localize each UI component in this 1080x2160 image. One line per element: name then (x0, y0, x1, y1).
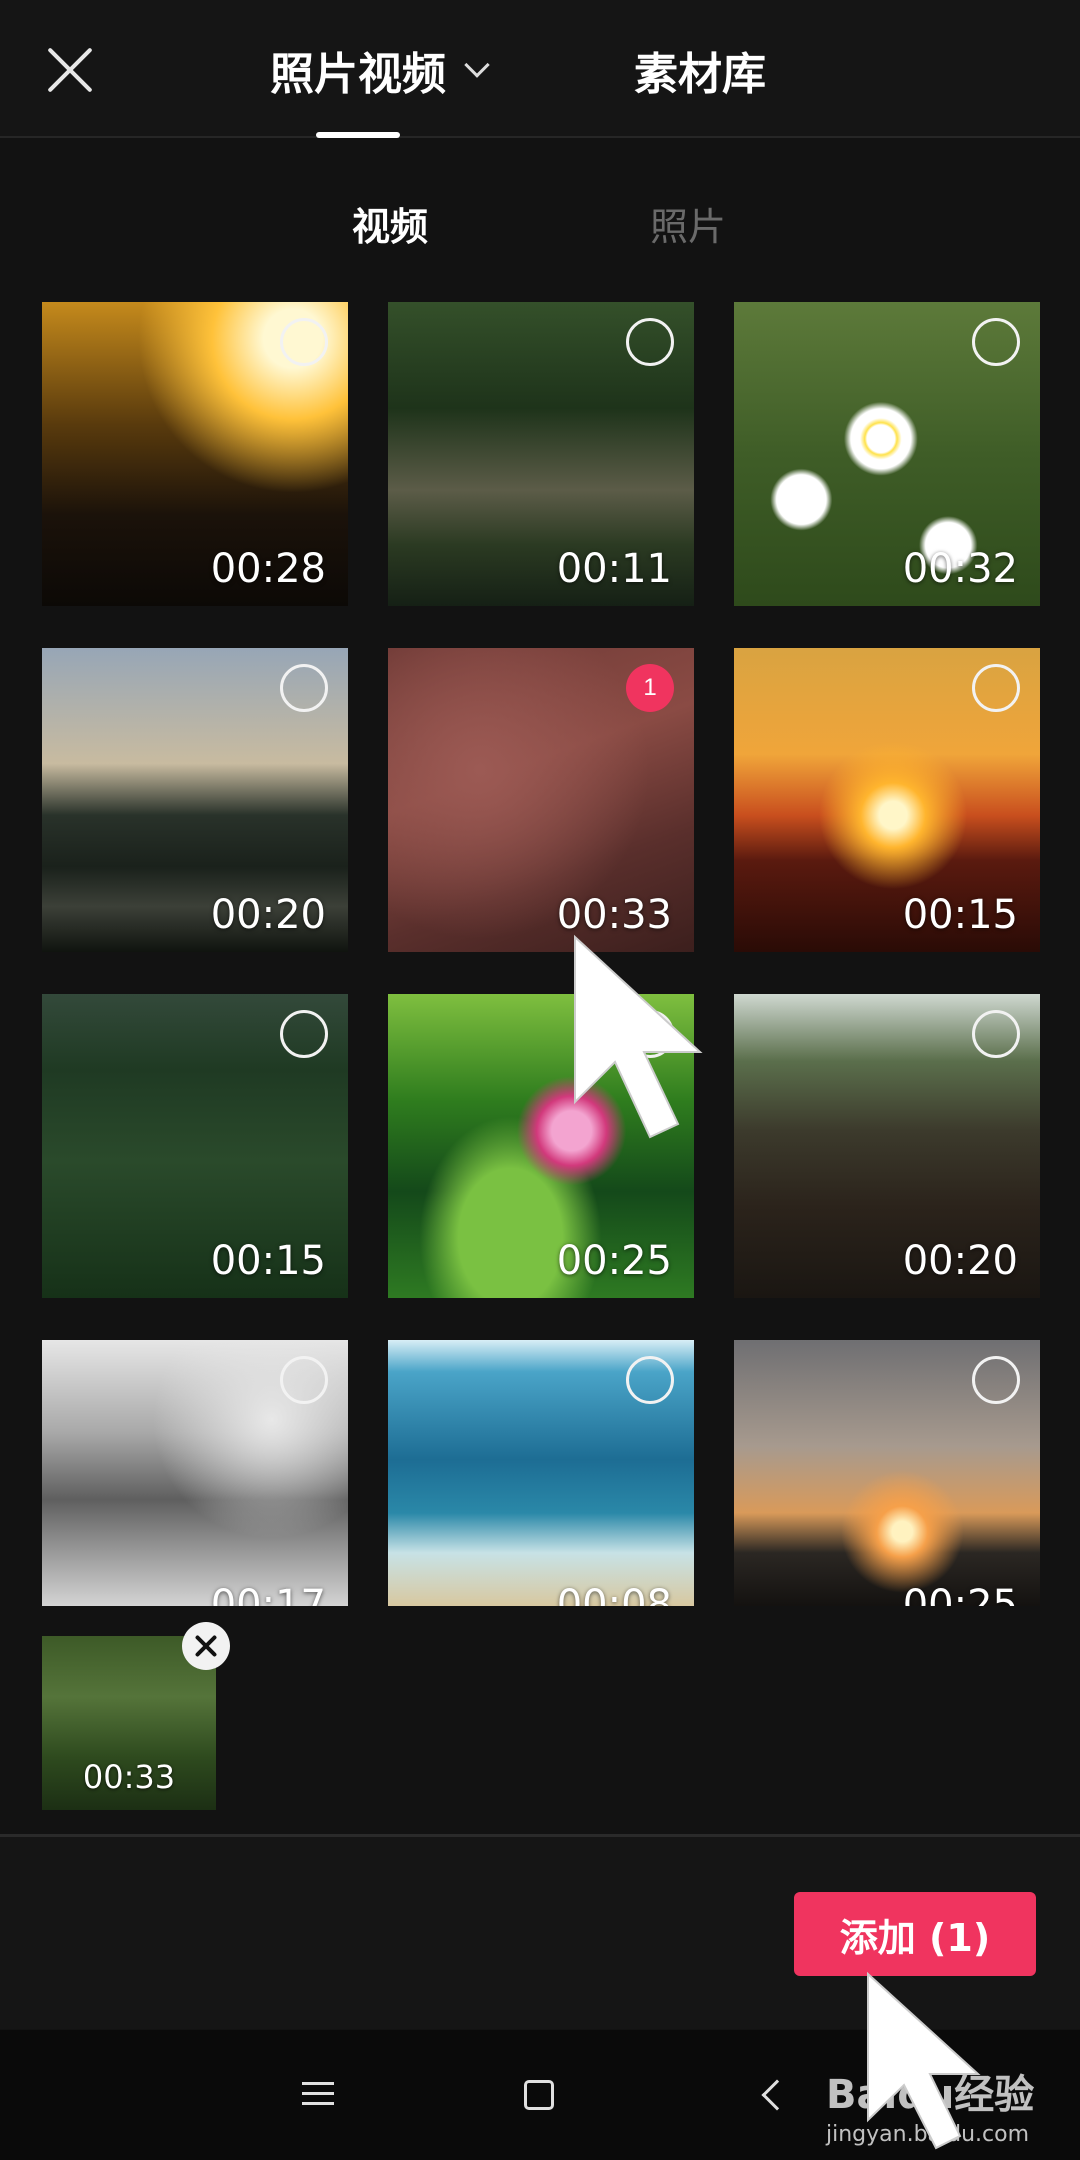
media-tile[interactable]: 00:32 (734, 302, 1040, 606)
video-duration: 00:15 (902, 892, 1018, 938)
media-tile[interactable]: 00:28 (42, 302, 348, 606)
select-circle-icon[interactable] (626, 318, 674, 366)
active-tab-indicator (316, 132, 400, 138)
select-circle-icon[interactable] (626, 1356, 674, 1404)
media-tile[interactable]: 00:17 (42, 1340, 348, 1606)
video-duration: 00:32 (902, 546, 1018, 592)
video-duration: 00:17 (210, 1582, 326, 1606)
tab-material-library[interactable]: 素材库 (634, 38, 766, 102)
cursor-arrow-icon (574, 934, 703, 1139)
select-circle-icon[interactable] (280, 1356, 328, 1404)
subtab-videos[interactable]: 视频 (352, 196, 428, 251)
select-circle-icon[interactable] (972, 1010, 1020, 1058)
menu-icon[interactable] (302, 2078, 334, 2110)
video-duration: 00:15 (210, 1238, 326, 1284)
close-icon[interactable] (182, 1622, 230, 1670)
video-duration: 00:20 (902, 1238, 1018, 1284)
select-circle-icon[interactable] (972, 664, 1020, 712)
selection-order-badge[interactable]: 1 (626, 664, 674, 712)
select-circle-icon[interactable] (280, 318, 328, 366)
video-duration: 00:25 (556, 1238, 672, 1284)
top-bar: 照片视频 素材库 (0, 0, 1080, 138)
tab-photos-videos[interactable]: 照片视频 (270, 38, 490, 102)
video-duration: 00:20 (210, 892, 326, 938)
select-circle-icon[interactable] (280, 664, 328, 712)
media-tile[interactable]: 00:15 (42, 994, 348, 1298)
home-square-icon[interactable] (524, 2080, 554, 2110)
video-duration: 00:08 (556, 1582, 672, 1606)
select-circle-icon[interactable] (280, 1010, 328, 1058)
media-tile[interactable]: 00:11 (388, 302, 694, 606)
media-tile[interactable]: 00:15 (734, 648, 1040, 952)
subtab-photos[interactable]: 照片 (650, 196, 726, 251)
video-duration: 00:25 (902, 1582, 1018, 1606)
media-tile[interactable]: 00:08 (388, 1340, 694, 1606)
close-icon[interactable] (44, 44, 96, 96)
cursor-arrow-icon (867, 1971, 981, 2150)
add-button[interactable]: 添加 (1) (794, 1892, 1036, 1976)
chevron-down-icon (464, 52, 490, 78)
media-tile-selected[interactable]: 1 00:33 (388, 648, 694, 952)
media-tile[interactable]: 00:20 (734, 994, 1040, 1298)
tab-material-library-label: 素材库 (634, 49, 766, 100)
media-tile[interactable]: 00:25 (734, 1340, 1040, 1606)
select-circle-icon[interactable] (972, 1356, 1020, 1404)
video-duration: 00:28 (210, 546, 326, 592)
selected-clip-duration: 00:33 (82, 1758, 176, 1796)
select-circle-icon[interactable] (972, 318, 1020, 366)
video-duration: 00:11 (556, 546, 672, 592)
media-tile[interactable]: 00:20 (42, 648, 348, 952)
tab-photos-videos-label: 照片视频 (270, 49, 446, 100)
